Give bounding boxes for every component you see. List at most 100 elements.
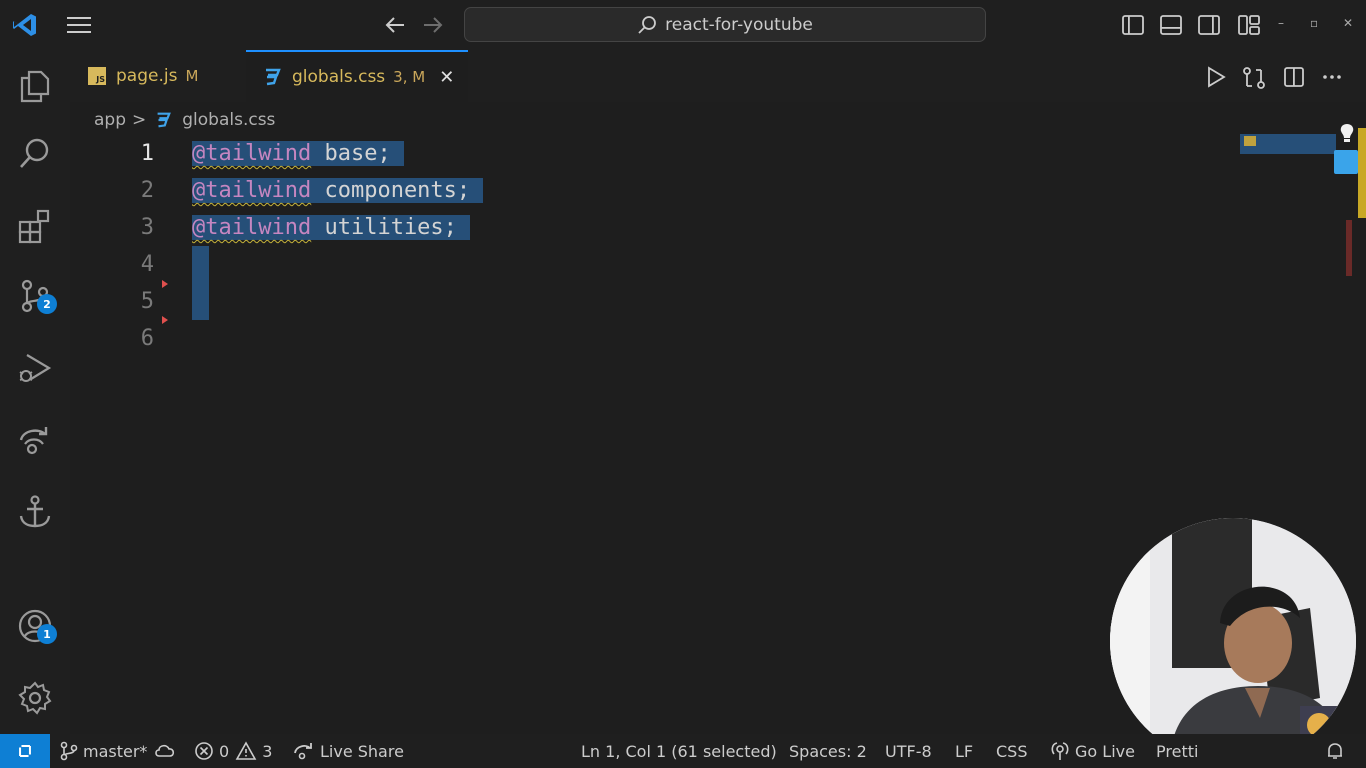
- line-number: 5: [140, 289, 154, 314]
- scrollbar-error-marker: [1346, 220, 1352, 276]
- command-center-search[interactable]: react-for-youtube: [464, 7, 986, 42]
- minimap-warning-chip: [1244, 136, 1256, 146]
- line-number: 1: [140, 141, 154, 166]
- code-line: @tailwind base;: [192, 135, 483, 172]
- activity-source-control[interactable]: 2: [15, 276, 57, 316]
- css-directive: @tailwind: [192, 178, 312, 203]
- tab-problems-status: 3, M: [393, 68, 426, 86]
- diff-deleted-marker[interactable]: [162, 316, 168, 324]
- error-count: 0: [219, 741, 230, 761]
- breadcrumb: app > globals.css: [94, 108, 275, 132]
- line-number: 3: [140, 215, 154, 240]
- copilot-icon[interactable]: [1334, 150, 1358, 174]
- prettier-status[interactable]: Pretti: [1156, 734, 1198, 768]
- indentation-status[interactable]: Spaces: 2: [789, 734, 867, 768]
- code-line: @tailwind utilities;: [192, 209, 483, 246]
- branch-name: master*: [83, 741, 148, 761]
- maximize-button[interactable]: ▫: [1310, 16, 1318, 30]
- activity-search[interactable]: [15, 134, 55, 174]
- branch-indicator[interactable]: master*: [60, 734, 147, 768]
- presenter-video-icon: [1110, 518, 1356, 764]
- status-bar: master* 0 3 Live Share Ln 1, Col 1 (61 s…: [0, 734, 1366, 768]
- eol-status[interactable]: LF: [955, 734, 973, 768]
- tab-close-button[interactable]: ✕: [439, 67, 454, 88]
- webcam-overlay: [1110, 518, 1356, 764]
- compare-changes-icon[interactable]: [1242, 66, 1266, 90]
- sync-status[interactable]: [154, 734, 181, 768]
- code-line: @tailwind components;: [192, 172, 484, 209]
- activity-extensions[interactable]: [15, 206, 55, 246]
- notifications-button[interactable]: [1326, 734, 1349, 768]
- extensions-icon: [18, 209, 50, 244]
- vscode-logo-icon: [13, 14, 36, 36]
- cursor-position[interactable]: Ln 1, Col 1 (61 selected): [581, 734, 777, 768]
- menu-icon[interactable]: [66, 14, 92, 36]
- code-editor[interactable]: @tailwind base; @tailwind components; @t…: [192, 135, 484, 246]
- problems-indicator[interactable]: 0 3: [194, 734, 272, 768]
- error-icon: [195, 742, 213, 760]
- back-arrow-icon[interactable]: [384, 14, 406, 36]
- gear-icon: [18, 681, 52, 715]
- language-mode[interactable]: CSS: [996, 734, 1027, 768]
- live-share-button[interactable]: Live Share: [293, 734, 404, 768]
- activity-live-share[interactable]: [15, 420, 55, 460]
- activity-anchor[interactable]: [15, 492, 55, 532]
- search-icon: [20, 138, 49, 168]
- activity-explorer[interactable]: [15, 66, 55, 106]
- search-icon: [638, 15, 657, 34]
- diff-deleted-marker[interactable]: [162, 280, 168, 288]
- breadcrumb-folder[interactable]: app: [94, 110, 126, 130]
- run-debug-icon: [19, 354, 52, 382]
- line-number: 2: [140, 178, 154, 203]
- activity-manage[interactable]: [15, 678, 55, 718]
- split-editor-icon[interactable]: [1283, 66, 1305, 88]
- breadcrumb-separator: >: [132, 110, 147, 130]
- encoding-status[interactable]: UTF-8: [885, 734, 932, 768]
- css-file-icon: [266, 68, 281, 86]
- toggle-panel-icon[interactable]: [1159, 13, 1183, 37]
- broadcast-icon: [1051, 742, 1069, 760]
- selection-highlight: [192, 246, 209, 283]
- warning-icon: [235, 741, 257, 760]
- close-window-button[interactable]: ✕: [1343, 16, 1353, 30]
- tab-globals-css[interactable]: globals.css 3, M ✕: [246, 50, 468, 102]
- activity-bar: 2 1: [0, 50, 70, 734]
- accounts-badge: 1: [37, 624, 57, 644]
- tab-page-js[interactable]: JS page.js M: [84, 50, 244, 102]
- tab-modified-status: M: [185, 67, 199, 85]
- toggle-primary-sidebar-icon[interactable]: [1121, 13, 1145, 37]
- forward-arrow-icon[interactable]: [422, 14, 444, 36]
- tab-label: page.js: [116, 66, 178, 86]
- editor-tab-bar: JS page.js M globals.css 3, M ✕: [70, 50, 1366, 102]
- more-actions-icon[interactable]: [1322, 66, 1342, 88]
- live-share-icon: [294, 743, 312, 760]
- activity-run-debug[interactable]: [15, 348, 55, 388]
- warning-count: 3: [262, 741, 273, 761]
- files-icon: [20, 70, 50, 103]
- customize-layout-icon[interactable]: [1237, 13, 1261, 37]
- git-branch-icon: [60, 741, 78, 761]
- directive-value: components;: [324, 178, 471, 203]
- tab-label: globals.css: [292, 67, 386, 87]
- title-bar: react-for-youtube – ▫ ✕: [0, 0, 1366, 50]
- live-share-label: Live Share: [320, 741, 404, 761]
- directive-value: utilities;: [324, 215, 457, 240]
- cloud-sync-icon: [155, 744, 175, 757]
- run-icon[interactable]: [1206, 66, 1226, 88]
- minimize-button[interactable]: –: [1278, 16, 1284, 30]
- selection-highlight: [192, 283, 209, 320]
- breadcrumb-file[interactable]: globals.css: [182, 110, 275, 130]
- line-number-gutter: 1 2 3 4 5 6: [120, 135, 160, 357]
- vertical-scrollbar-slider[interactable]: [1358, 128, 1366, 218]
- css-directive: @tailwind: [192, 215, 312, 240]
- remote-indicator-button[interactable]: [0, 734, 50, 768]
- css-directive: @tailwind: [192, 141, 312, 166]
- anchor-icon: [19, 495, 51, 528]
- activity-accounts[interactable]: 1: [15, 606, 57, 646]
- lightbulb-icon[interactable]: [1338, 122, 1356, 144]
- css-file-icon: [157, 112, 172, 128]
- js-file-icon: JS: [88, 67, 106, 85]
- go-live-button[interactable]: Go Live: [1050, 734, 1135, 768]
- toggle-secondary-sidebar-icon[interactable]: [1197, 13, 1221, 37]
- command-center-text: react-for-youtube: [665, 14, 813, 35]
